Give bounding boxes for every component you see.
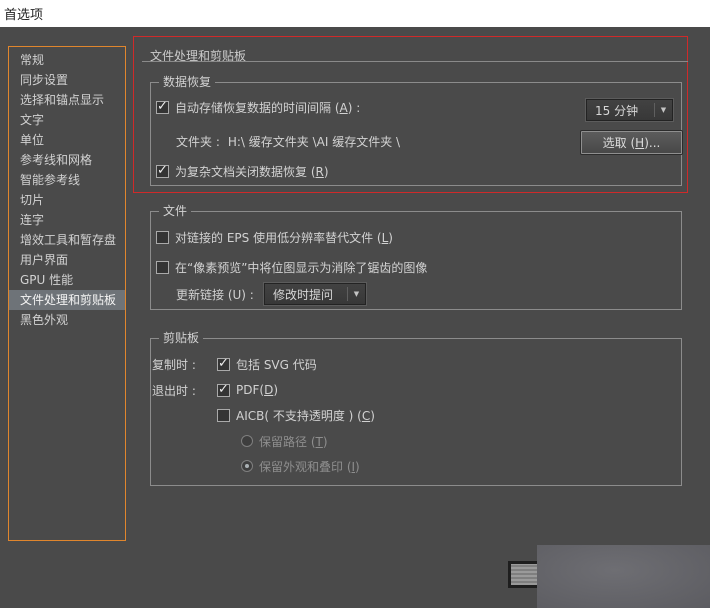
label-fragment: 对链接的 EPS 使用低分辨率替代文件 ( [175,230,382,245]
update-links-dropdown[interactable]: 修改时提问 ▼ [264,283,366,305]
label-fragment: ) : [347,100,361,115]
chevron-down-icon: ▼ [353,290,360,298]
folder-path: H:\ 缓存文件夹 \AI 缓存文件夹 \ [227,134,401,149]
folder-row: 文件夹 : H:\ 缓存文件夹 \AI 缓存文件夹 \ [176,130,400,152]
sidebar-item-smart-guides[interactable]: 智能参考线 [9,170,125,190]
sidebar-item-file-handling-clipboard[interactable]: 文件处理和剪贴板 [9,290,125,310]
label-fragment: ) [370,408,375,423]
mnemonic: C [361,408,371,423]
chevron-down-icon: ▼ [660,106,667,114]
files-legend: 文件 [159,204,192,219]
sidebar-item-selection-anchor-display[interactable]: 选择和锚点显示 [9,90,125,110]
sidebar-item-sync-settings[interactable]: 同步设置 [9,70,125,90]
sidebar-item-user-interface[interactable]: 用户界面 [9,250,125,270]
preserve-appearance-label: 保留外观和叠印 (I) [259,458,360,475]
preferences-window: 首选项 常规 同步设置 选择和锚点显示 文字 单位 参考线和网格 智能参考线 切… [0,0,710,608]
sidebar-item-guides-grid[interactable]: 参考线和网格 [9,150,125,170]
category-list: 常规 同步设置 选择和锚点显示 文字 单位 参考线和网格 智能参考线 切片 连字… [8,46,126,541]
sidebar-item-gpu-performance[interactable]: GPU 性能 [9,270,125,290]
pixel-preview-row: 在“像素预览”中将位图显示为消除了锯齿的图像 [156,256,427,278]
sidebar-item-slices[interactable]: 切片 [9,190,125,210]
overlay-artifact [537,545,710,608]
aicb-checkbox[interactable] [217,408,230,422]
include-svg-row: 包括 SVG 代码 [217,353,317,375]
titlebar: 首选项 [0,0,710,27]
mnemonic: H [635,135,645,150]
label-fragment: ) [273,383,278,397]
mnemonic: D [264,383,274,397]
title-separator [142,61,688,62]
sidebar-item-plugins-scratch-disks[interactable]: 增效工具和暂存盘 [9,230,125,250]
turnoff-recovery-label[interactable]: 为复杂文档关闭数据恢复 (R) [175,163,329,180]
on-quit-label: 退出时 : [152,383,196,398]
turnoff-recovery-checkbox[interactable] [156,163,169,178]
sidebar-item-units[interactable]: 单位 [9,130,125,150]
label-fragment: 为复杂文档关闭数据恢复 ( [175,164,316,179]
clipboard-legend: 剪贴板 [159,331,204,346]
sidebar-item-hyphenation[interactable]: 连字 [9,210,125,230]
pdf-row: PDF(D) [217,379,278,401]
label-fragment: ) [322,434,328,449]
update-links-value: 修改时提问 [273,287,334,302]
data-recovery-legend: 数据恢复 [159,75,216,90]
sidebar-item-type[interactable]: 文字 [9,110,125,130]
label-fragment: )... [644,135,661,150]
folder-label: 文件夹 : [176,134,220,149]
mnemonic: R [315,164,324,179]
autosave-label[interactable]: 自动存储恢复数据的时间间隔 (A) : [175,99,360,116]
sidebar-item-general[interactable]: 常规 [9,50,125,70]
turnoff-recovery-row: 为复杂文档关闭数据恢复 (R) [156,160,329,182]
pdf-checkbox[interactable] [217,382,230,397]
preserve-paths-radio[interactable] [241,435,253,447]
pixel-preview-checkbox[interactable] [156,260,169,274]
mnemonic: T [315,434,323,449]
eps-lowres-row: 对链接的 EPS 使用低分辨率替代文件 (L) [156,226,393,248]
preserve-appearance-row: 保留外观和叠印 (I) [241,455,360,477]
label-fragment: 保留外观和叠印 ( [259,459,352,474]
eps-lowres-label[interactable]: 对链接的 EPS 使用低分辨率替代文件 (L) [175,229,393,246]
label-fragment: ) [355,459,360,474]
label-fragment: AICB( 不支持透明度 ) ( [236,408,362,423]
pixel-preview-label[interactable]: 在“像素预览”中将位图显示为消除了锯齿的图像 [175,259,427,276]
preserve-appearance-radio[interactable] [241,460,253,472]
autosave-row: 自动存储恢复数据的时间间隔 (A) : [156,96,360,118]
include-svg-checkbox[interactable] [217,356,230,371]
interval-dropdown[interactable]: 15 分钟 ▼ [586,99,673,121]
label-fragment: 保留路径 ( [259,434,316,449]
pdf-label[interactable]: PDF(D) [236,383,278,397]
preserve-paths-label: 保留路径 (T) [259,433,328,450]
label-fragment: PDF( [236,383,265,397]
label-fragment: 选取 ( [602,136,636,150]
eps-lowres-checkbox[interactable] [156,230,169,244]
preserve-paths-row: 保留路径 (T) [241,430,328,452]
interval-value: 15 分钟 [595,103,639,118]
page-title: 首选项 [4,8,44,23]
mnemonic: A [339,100,348,115]
label-fragment: ) [323,164,329,179]
update-links-label: 更新链接 (U) : [176,287,254,302]
sidebar-item-appearance-of-black[interactable]: 黑色外观 [9,310,125,330]
include-svg-label[interactable]: 包括 SVG 代码 [236,356,317,373]
label-fragment: ) [388,230,393,245]
on-copy-label: 复制时 : [152,357,196,372]
choose-folder-button[interactable]: 选取 (H)... [581,131,682,154]
aicb-label[interactable]: AICB( 不支持透明度 ) (C) [236,407,375,424]
label-fragment: 自动存储恢复数据的时间间隔 ( [175,100,340,115]
autosave-checkbox[interactable] [156,99,169,114]
aicb-row: AICB( 不支持透明度 ) (C) [217,404,375,426]
